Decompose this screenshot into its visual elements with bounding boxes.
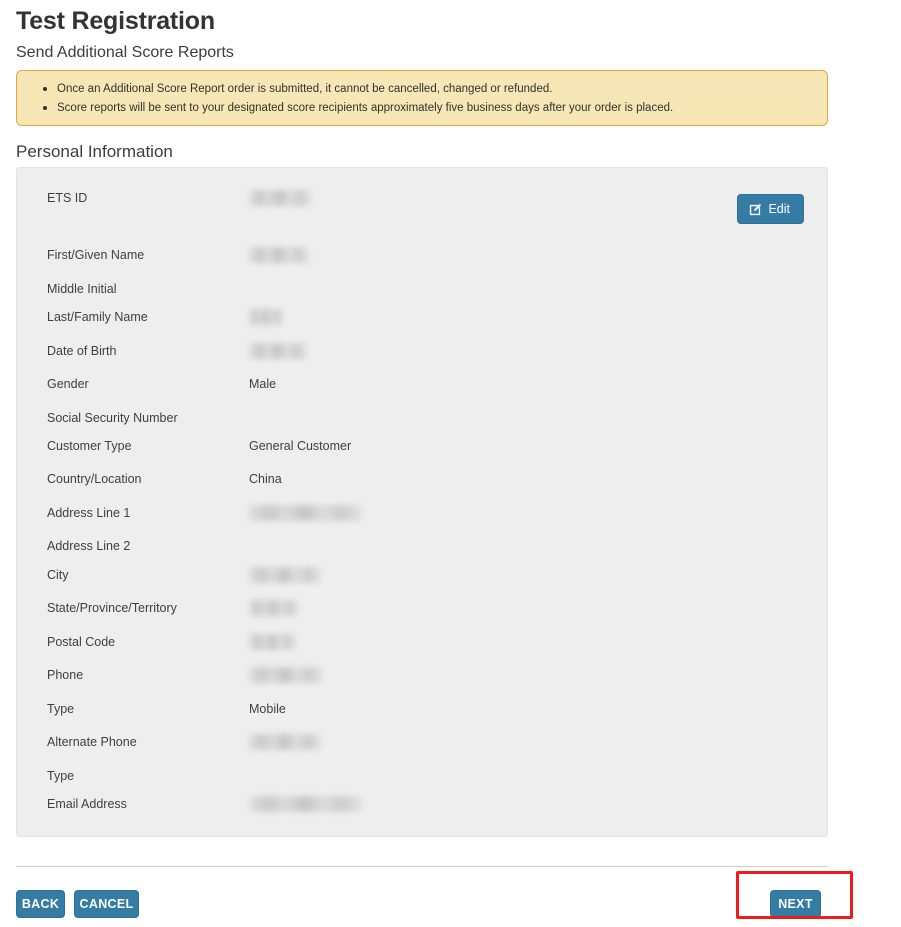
field-label: ETS ID <box>47 191 88 205</box>
field-label: Address Line 2 <box>47 539 131 553</box>
section-title-personal-information: Personal Information <box>16 142 173 161</box>
back-button[interactable]: BACK <box>16 890 65 918</box>
cancel-button[interactable]: CANCEL <box>74 890 139 918</box>
field-label: Alternate Phone <box>47 735 137 749</box>
field-row: Country/Location China <box>47 470 807 488</box>
field-label: Date of Birth <box>47 344 117 358</box>
field-value-redacted <box>249 796 362 812</box>
field-row: City <box>47 566 807 584</box>
field-value-redacted <box>249 343 307 359</box>
field-value-redacted <box>249 247 309 263</box>
footer-divider <box>16 866 828 867</box>
field-value-redacted <box>249 309 283 325</box>
page-title: Test Registration <box>16 7 215 35</box>
field-label: Phone <box>47 668 84 682</box>
field-label: Address Line 1 <box>47 506 131 520</box>
field-row: Gender Male <box>47 375 807 393</box>
field-row: Type Mobile <box>47 700 807 718</box>
field-row: Address Line 2 <box>47 537 807 555</box>
field-value-redacted <box>249 190 311 206</box>
field-value-redacted <box>249 634 296 650</box>
field-label: Type <box>47 769 75 783</box>
alert-bullet-list: Once an Additional Score Report order is… <box>31 80 813 118</box>
field-value-redacted <box>249 600 298 616</box>
field-label: Social Security Number <box>47 411 178 425</box>
field-value: General Customer <box>249 439 352 453</box>
field-label: Middle Initial <box>47 282 117 296</box>
field-label: First/Given Name <box>47 248 145 262</box>
field-label: Customer Type <box>47 439 132 453</box>
field-row: Type <box>47 767 807 785</box>
field-row: ETS ID <box>47 189 807 207</box>
field-label: Email Address <box>47 797 127 811</box>
field-value: Male <box>249 377 277 391</box>
field-row: Date of Birth <box>47 342 807 360</box>
field-value-redacted <box>249 505 362 521</box>
alert-bullet-item: Once an Additional Score Report order is… <box>43 80 813 99</box>
personal-information-panel: Edit ETS ID First/Given Name Middle Initia… <box>16 167 828 837</box>
field-row: Middle Initial <box>47 280 807 298</box>
page-root: Test Registration Send Additional Score … <box>0 0 901 927</box>
field-row: State/Province/Territory <box>47 599 807 617</box>
field-row: Customer Type General Customer <box>47 437 807 455</box>
field-row: Address Line 1 <box>47 504 807 522</box>
field-row: First/Given Name <box>47 246 807 264</box>
next-button[interactable]: NEXT <box>770 890 821 918</box>
field-value: China <box>249 472 282 486</box>
field-label: State/Province/Territory <box>47 601 177 615</box>
info-alert: Once an Additional Score Report order is… <box>16 70 828 126</box>
field-row: Social Security Number <box>47 409 807 427</box>
field-label: Country/Location <box>47 472 142 486</box>
field-label: Last/Family Name <box>47 310 148 324</box>
field-row: Last/Family Name <box>47 308 807 326</box>
field-value-redacted <box>249 667 322 683</box>
field-label: Type <box>47 702 75 716</box>
field-value-redacted <box>249 734 321 750</box>
field-label: Gender <box>47 377 89 391</box>
field-value: Mobile <box>249 702 286 716</box>
field-row: Phone <box>47 666 807 684</box>
field-row: Alternate Phone <box>47 733 807 751</box>
field-value-redacted <box>249 567 321 583</box>
field-row: Postal Code <box>47 633 807 651</box>
field-row: Email Address <box>47 795 807 813</box>
page-subtitle: Send Additional Score Reports <box>16 44 234 61</box>
field-label: City <box>47 568 69 582</box>
field-label: Postal Code <box>47 635 116 649</box>
alert-bullet-item: Score reports will be sent to your desig… <box>43 99 813 118</box>
